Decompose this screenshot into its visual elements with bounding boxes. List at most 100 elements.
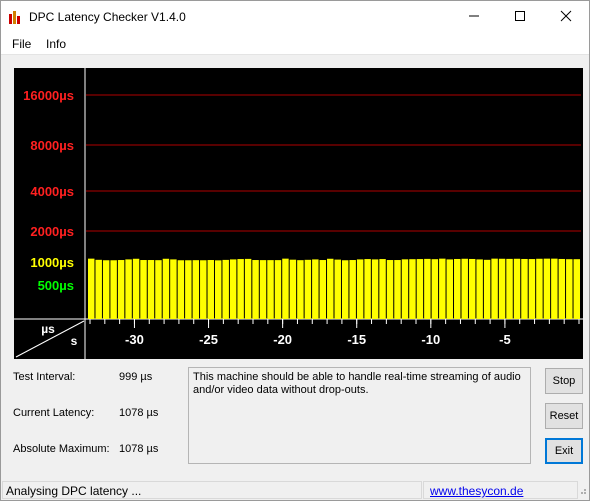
- latency-bar: [259, 260, 267, 319]
- latency-bar: [536, 258, 543, 319]
- latency-bar: [334, 259, 341, 319]
- latency-bar: [162, 258, 170, 319]
- latency-bar: [222, 259, 229, 319]
- latency-bar: [237, 259, 244, 319]
- latency-bar: [416, 259, 424, 319]
- latency-bar: [454, 258, 461, 319]
- latency-bar: [401, 259, 409, 319]
- latency-bar: [341, 260, 349, 319]
- latency-bar: [117, 260, 125, 319]
- latency-bar: [573, 259, 580, 319]
- latency-bar: [132, 258, 140, 319]
- y-tick-label: 1000µs: [30, 255, 74, 270]
- latency-bar: [356, 259, 364, 319]
- latency-bar: [483, 259, 491, 319]
- y-unit-label: µs: [41, 322, 55, 336]
- latency-bar: [327, 258, 334, 319]
- latency-bar: [95, 259, 102, 319]
- minimize-icon: [468, 10, 480, 25]
- latency-bar: [214, 260, 222, 319]
- latency-bar: [267, 260, 274, 319]
- x-tick-label: -5: [499, 332, 511, 347]
- latency-bar: [102, 260, 110, 319]
- latency-bar: [252, 260, 259, 319]
- latency-bar: [431, 259, 439, 319]
- latency-bar: [566, 259, 573, 319]
- latency-bar: [125, 259, 132, 319]
- latency-bar: [386, 260, 394, 319]
- reset-button[interactable]: Reset: [545, 403, 583, 429]
- exit-button[interactable]: Exit: [545, 438, 583, 464]
- test-interval-label: Test Interval:: [13, 371, 76, 383]
- app-window: DPC Latency Checker V1.4.0 File Info 160…: [0, 0, 590, 501]
- menu-info[interactable]: Info: [46, 37, 66, 51]
- latency-bar: [185, 260, 192, 319]
- latency-bar: [229, 259, 237, 319]
- latency-bar: [244, 258, 252, 319]
- y-tick-label: 500µs: [38, 278, 74, 293]
- latency-bar: [207, 260, 214, 319]
- latency-bar: [312, 259, 319, 319]
- minimize-button[interactable]: [451, 1, 497, 33]
- latency-bar: [319, 260, 327, 319]
- latency-bar: [177, 260, 185, 319]
- latency-bar: [521, 258, 528, 319]
- latency-bar: [558, 258, 566, 319]
- latency-bar: [110, 260, 117, 319]
- current-latency-label: Current Latency:: [13, 407, 95, 419]
- status-bar: Analysing DPC latency ... www.thesycon.d…: [1, 480, 589, 500]
- latency-bar: [409, 259, 416, 319]
- latency-bar: [446, 259, 454, 319]
- latency-bar: [491, 258, 498, 319]
- latency-bar: [424, 258, 431, 319]
- latency-bar: [200, 260, 207, 319]
- x-tick-label: -15: [347, 332, 366, 347]
- close-button[interactable]: [543, 1, 589, 33]
- latency-bar: [476, 259, 483, 319]
- latency-bar: [468, 258, 476, 319]
- latency-chart: 16000µs 8000µs 4000µs 2000µs 1000µs 500µs µs s -…: [14, 68, 583, 359]
- latency-bar: [364, 259, 371, 319]
- status-link-cell: www.thesycon.de: [423, 481, 578, 499]
- status-message: This machine should be able to handle re…: [188, 367, 531, 464]
- latency-bar: [304, 259, 312, 319]
- latency-bar: [282, 258, 289, 319]
- resize-grip-icon: [577, 484, 587, 498]
- absolute-maximum-label: Absolute Maximum:: [13, 443, 110, 455]
- y-tick-label: 2000µs: [30, 224, 74, 239]
- latency-bar: [192, 260, 200, 319]
- latency-bar: [461, 258, 468, 319]
- latency-bar: [371, 259, 379, 319]
- menu-bar: File Info: [1, 33, 589, 55]
- title-bar: DPC Latency Checker V1.4.0: [1, 1, 589, 33]
- latency-bar: [289, 259, 297, 319]
- latency-bar: [543, 258, 551, 319]
- app-icon: [8, 10, 22, 24]
- latency-bar: [88, 258, 95, 319]
- x-tick-label: -25: [199, 332, 218, 347]
- window-title: DPC Latency Checker V1.4.0: [29, 10, 186, 24]
- close-icon: [560, 10, 572, 25]
- latency-bar: [155, 260, 162, 319]
- latency-bar: [513, 258, 521, 319]
- x-unit-label: s: [71, 334, 78, 348]
- latency-bar: [394, 260, 401, 319]
- stop-button[interactable]: Stop: [545, 368, 583, 394]
- latency-bar: [379, 259, 386, 319]
- maximize-button[interactable]: [497, 1, 543, 33]
- test-interval-value: 999 µs: [119, 371, 153, 383]
- latency-bar: [551, 258, 558, 319]
- x-tick-label: -10: [421, 332, 440, 347]
- latency-bar: [140, 260, 147, 319]
- maximize-icon: [514, 10, 526, 25]
- latency-bar: [297, 260, 304, 319]
- absolute-maximum-value: 1078 µs: [119, 443, 159, 455]
- latency-bar: [506, 258, 513, 319]
- latency-bar: [274, 260, 282, 319]
- y-tick-label: 4000µs: [30, 184, 74, 199]
- website-link[interactable]: www.thesycon.de: [430, 484, 523, 498]
- x-tick-label: -30: [125, 332, 144, 347]
- latency-chart-svg: 16000µs 8000µs 4000µs 2000µs 1000µs 500µs µs s -…: [14, 68, 583, 359]
- menu-file[interactable]: File: [12, 37, 31, 51]
- status-text: Analysing DPC latency ...: [2, 481, 422, 499]
